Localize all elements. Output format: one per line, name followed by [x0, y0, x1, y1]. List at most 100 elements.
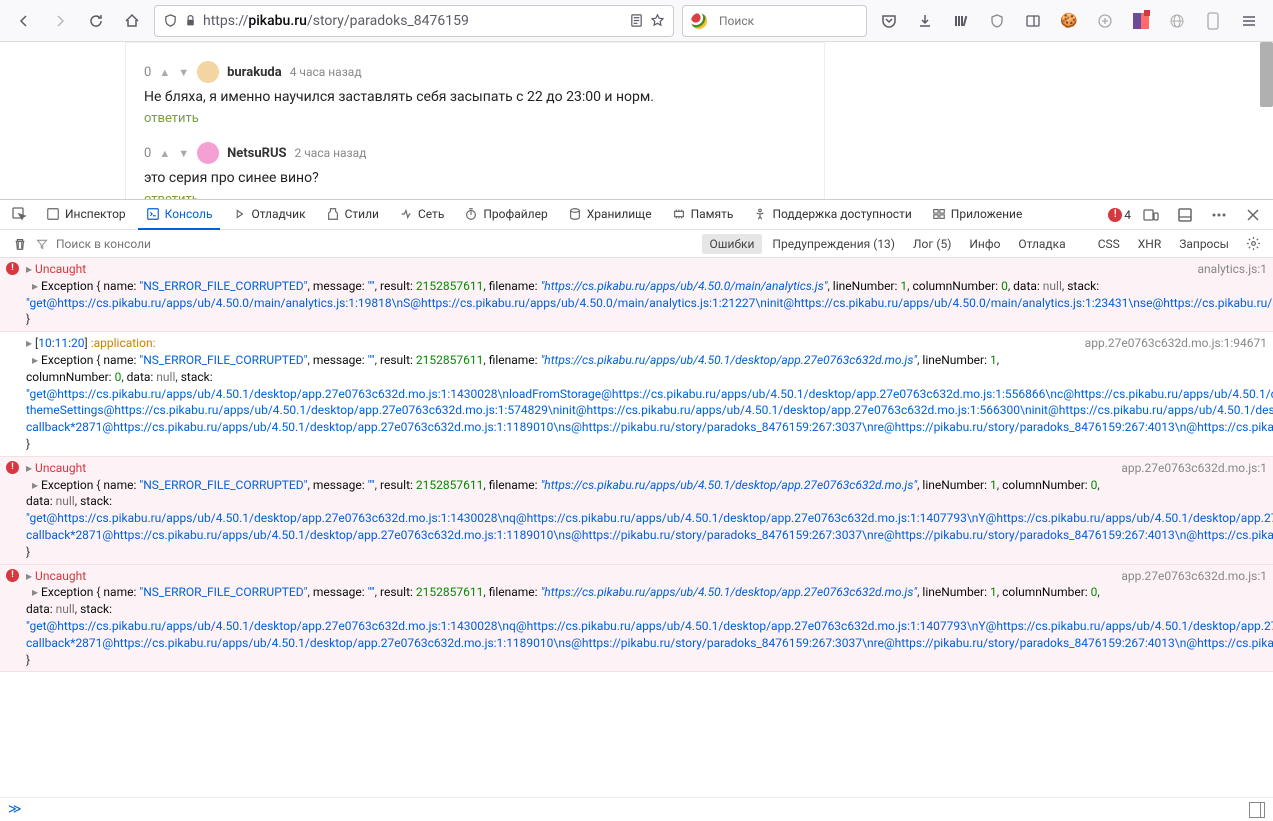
expand-twisty-icon[interactable]: ▸ — [32, 352, 38, 369]
tab-accessibility[interactable]: Поддержка доступности — [745, 200, 919, 230]
upvote-icon[interactable]: ▲ — [159, 147, 170, 160]
console-settings-icon[interactable] — [1239, 230, 1267, 258]
message-location[interactable]: analytics.js:1 — [1198, 261, 1267, 328]
downloads-icon[interactable] — [911, 7, 939, 35]
error-count: 4 — [1124, 208, 1131, 222]
error-indicator-icon[interactable]: ! — [1108, 208, 1122, 222]
devtools: Инспектор Консоль Отладчик Стили Сеть Пр… — [0, 199, 1273, 821]
split-console-icon[interactable] — [1249, 802, 1265, 818]
downvote-icon[interactable]: ▼ — [178, 147, 189, 160]
hamburger-menu-icon[interactable] — [1235, 7, 1263, 35]
ext-4-icon[interactable] — [1163, 7, 1191, 35]
bookmark-star-icon[interactable] — [650, 13, 665, 28]
username[interactable]: NetsuRUS — [227, 146, 286, 161]
console-message: ▸[10:11:20] :application:▸Exception { na… — [0, 332, 1273, 457]
comment-rating: 0 — [144, 65, 151, 80]
expand-twisty-icon[interactable]: ▸ — [26, 460, 32, 477]
filter-log[interactable]: Лог (5) — [905, 234, 959, 254]
url-text: https://pikabu.ru/story/paradoks_8476159 — [203, 13, 623, 29]
close-devtools-icon[interactable] — [1239, 201, 1267, 229]
expand-twisty-icon[interactable]: ▸ — [26, 261, 32, 278]
console-message: !▸Uncaught▸Exception { name: "NS_ERROR_F… — [0, 457, 1273, 565]
comment-time: 2 часа назад — [295, 146, 367, 160]
message-location[interactable]: app.27e0763c632d.mo.js:1 — [1121, 568, 1267, 669]
reader-mode-icon[interactable] — [629, 13, 644, 28]
home-button[interactable] — [118, 7, 146, 35]
console-prompt-icon: ≫ — [8, 802, 22, 817]
comment-time: 4 часа назад — [290, 65, 362, 79]
browser-nav-bar: https://pikabu.ru/story/paradoks_8476159… — [0, 0, 1273, 42]
library-icon[interactable] — [947, 7, 975, 35]
message-location[interactable]: app.27e0763c632d.mo.js:1 — [1121, 460, 1267, 561]
pocket-icon[interactable] — [875, 7, 903, 35]
reply-link[interactable]: ответить — [144, 111, 199, 126]
tab-profiler[interactable]: Профайлер — [456, 200, 555, 230]
filter-css[interactable]: CSS — [1090, 234, 1128, 254]
back-button[interactable] — [10, 7, 38, 35]
expand-twisty-icon[interactable]: ▸ — [26, 568, 32, 585]
ext-1-icon[interactable]: 🍪 — [1055, 7, 1083, 35]
more-icon[interactable] — [1205, 201, 1233, 229]
filter-info[interactable]: Инфо — [961, 234, 1008, 254]
sidebar-icon[interactable] — [1019, 7, 1047, 35]
tab-memory[interactable]: Память — [664, 200, 742, 230]
expand-twisty-icon[interactable]: ▸ — [32, 584, 38, 601]
console-filter-bar: Ошибки Предупреждения (13) Лог (5) Инфо … — [0, 230, 1273, 258]
reply-link[interactable]: ответить — [144, 192, 199, 199]
search-engine-icon — [691, 13, 707, 29]
expand-twisty-icon[interactable]: ▸ — [32, 477, 38, 494]
console-filter-input[interactable] — [56, 237, 700, 251]
message-location[interactable]: app.27e0763c632d.mo.js:1:94671 — [1085, 335, 1267, 453]
filter-xhr[interactable]: XHR — [1130, 234, 1169, 254]
ext-5-icon[interactable] — [1199, 7, 1227, 35]
expand-twisty-icon[interactable]: ▸ — [26, 335, 32, 352]
filter-icon — [36, 238, 48, 250]
avatar[interactable] — [197, 142, 219, 164]
filter-warnings[interactable]: Предупреждения (13) — [764, 234, 903, 254]
expand-twisty-icon[interactable]: ▸ — [32, 278, 38, 295]
downvote-icon[interactable]: ▼ — [178, 66, 189, 79]
responsive-mode-icon[interactable] — [1137, 201, 1165, 229]
lock-icon — [184, 14, 197, 27]
tab-network[interactable]: Сеть — [391, 200, 452, 230]
filter-debug[interactable]: Отладка — [1010, 234, 1073, 254]
comment-body: Не бляха, я именно научился заставлять с… — [144, 89, 806, 105]
search-bar[interactable] — [682, 5, 867, 37]
ext-2-icon[interactable] — [1091, 7, 1119, 35]
comments-block: 0 ▲ ▼ burakuda 4 часа назад Не бляха, я … — [125, 42, 825, 199]
tab-console[interactable]: Консоль — [138, 200, 221, 230]
comment-rating: 0 — [144, 146, 151, 161]
comment-body: это серия про синее вино? — [144, 170, 806, 186]
console-output[interactable]: !▸Uncaught▸Exception { name: "NS_ERROR_F… — [0, 258, 1273, 797]
console-input-row[interactable]: ≫ — [0, 797, 1273, 821]
username[interactable]: burakuda — [227, 65, 282, 80]
error-icon: ! — [6, 262, 19, 275]
search-input[interactable] — [719, 14, 858, 28]
console-message: !▸Uncaught▸Exception { name: "NS_ERROR_F… — [0, 565, 1273, 673]
tab-styles[interactable]: Стили — [318, 200, 387, 230]
ext-shield-icon[interactable] — [983, 7, 1011, 35]
tab-debugger[interactable]: Отладчик — [224, 200, 313, 230]
upvote-icon[interactable]: ▲ — [159, 66, 170, 79]
url-bar[interactable]: https://pikabu.ru/story/paradoks_8476159 — [154, 5, 674, 37]
filter-requests[interactable]: Запросы — [1171, 234, 1237, 254]
page-content: 0 ▲ ▼ burakuda 4 часа назад Не бляха, я … — [0, 42, 1273, 199]
avatar[interactable] — [197, 61, 219, 83]
forward-button[interactable] — [46, 7, 74, 35]
dock-side-icon[interactable] — [1171, 201, 1199, 229]
filter-errors[interactable]: Ошибки — [702, 234, 763, 254]
inspect-element-icon[interactable] — [6, 201, 34, 229]
tab-application[interactable]: Приложение — [924, 200, 1031, 230]
ext-3-icon[interactable] — [1127, 7, 1155, 35]
comment: 0 ▲ ▼ NetsuRUS 2 часа назад это серия пр… — [144, 134, 806, 199]
clear-console-icon[interactable] — [6, 230, 34, 258]
reload-button[interactable] — [82, 7, 110, 35]
error-icon: ! — [6, 569, 19, 582]
error-icon: ! — [6, 461, 19, 474]
tab-storage[interactable]: Хранилище — [560, 200, 660, 230]
devtools-toolbar: Инспектор Консоль Отладчик Стили Сеть Пр… — [0, 200, 1273, 230]
shield-icon — [163, 13, 178, 28]
scrollbar-thumb[interactable] — [1260, 42, 1273, 107]
comment: 0 ▲ ▼ burakuda 4 часа назад Не бляха, я … — [144, 53, 806, 134]
tab-inspector[interactable]: Инспектор — [38, 200, 134, 230]
